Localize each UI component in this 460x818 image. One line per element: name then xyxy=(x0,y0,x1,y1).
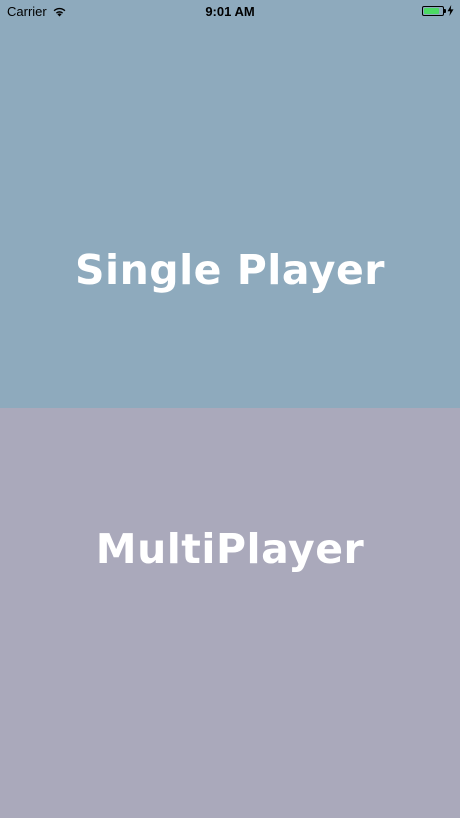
charging-bolt-icon xyxy=(447,5,454,16)
status-time: 9:01 AM xyxy=(205,4,255,19)
multiplayer-button[interactable]: MultiPlayer xyxy=(0,408,460,818)
status-bar: Carrier 9:01 AM xyxy=(0,0,460,24)
battery-nub xyxy=(444,8,446,13)
battery-level-fill xyxy=(424,7,440,14)
game-menu-screen: Carrier 9:01 AM Single Player MultiPlaye… xyxy=(0,0,460,818)
battery-group xyxy=(422,5,454,16)
multiplayer-label: MultiPlayer xyxy=(95,525,365,573)
single-player-label: Single Player xyxy=(74,246,386,294)
single-player-button[interactable]: Single Player xyxy=(0,0,460,408)
battery-icon xyxy=(422,5,446,16)
